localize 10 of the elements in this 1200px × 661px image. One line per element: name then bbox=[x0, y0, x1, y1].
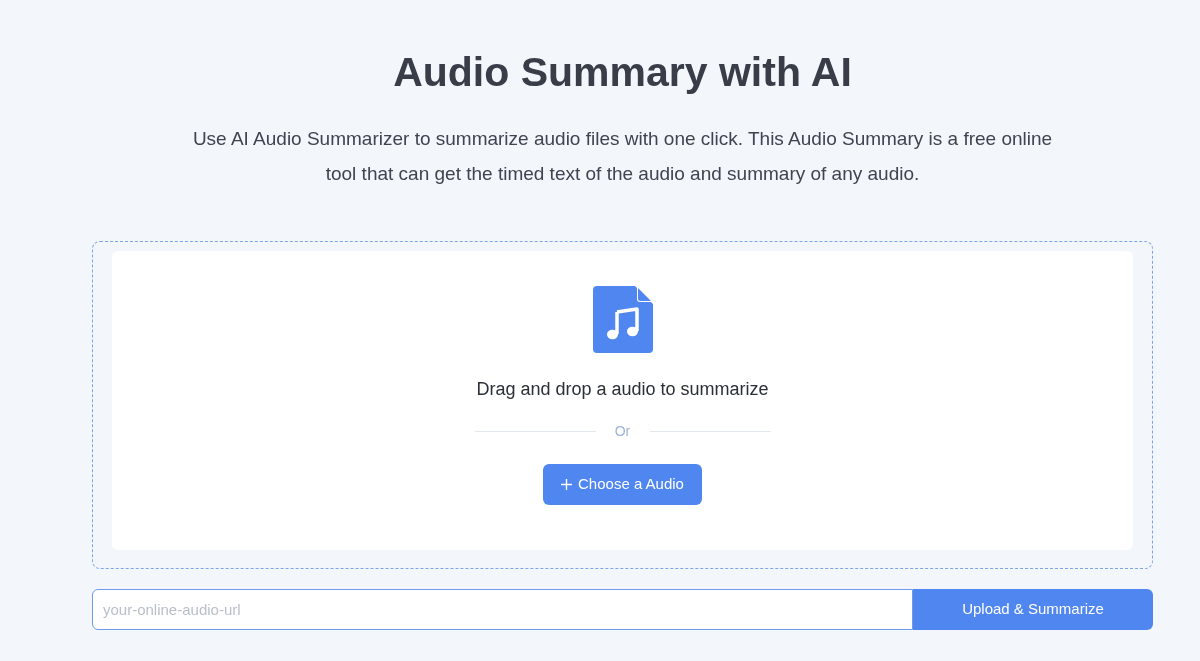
audio-file-icon bbox=[592, 286, 653, 353]
url-input[interactable]: your-online-audio-url bbox=[92, 589, 913, 630]
drop-zone[interactable]: Drag and drop a audio to summarize Or Choose a Audio bbox=[92, 241, 1153, 569]
page-description: Use AI Audio Summarizer to summarize audio files with one click. This Audio Summary is a free online tool that can get the timed text of the audio and summary of any audio. bbox=[191, 127, 1054, 186]
page-title: Audio Summary with AI bbox=[393, 48, 852, 97]
drop-prompt: Drag and drop a audio to summarize bbox=[476, 378, 769, 401]
divider-label: Or bbox=[613, 422, 632, 441]
plus-icon bbox=[561, 479, 573, 490]
upload-summarize-button[interactable]: Upload & Summarize bbox=[913, 589, 1153, 630]
choose-audio-button[interactable]: Choose a Audio bbox=[543, 464, 702, 505]
